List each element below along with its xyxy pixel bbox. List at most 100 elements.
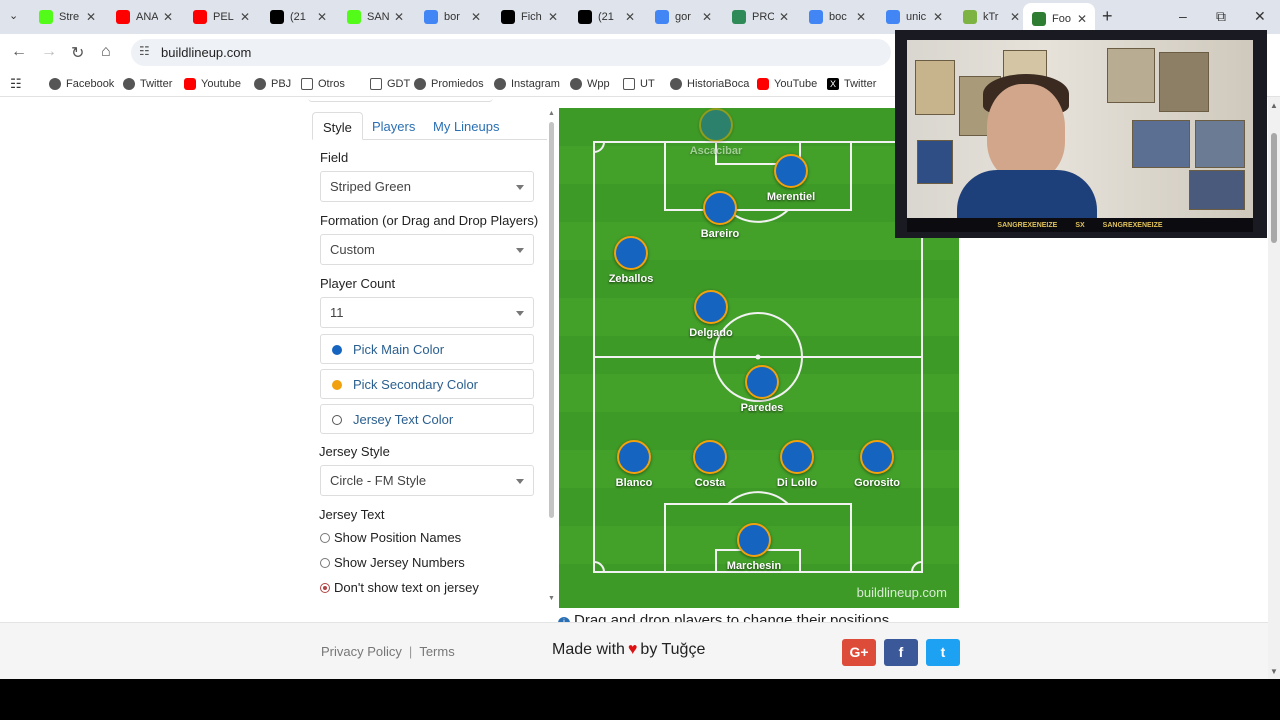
- browser-tab-12[interactable]: unic ✕: [877, 4, 951, 30]
- browser-tab-10[interactable]: PRO ✕: [723, 4, 797, 30]
- home-icon[interactable]: ⌂: [101, 43, 111, 61]
- jersey-circle[interactable]: [614, 236, 648, 270]
- browser-tab-2[interactable]: ANA ✕: [107, 4, 181, 30]
- site-info-icon[interactable]: ☷: [139, 44, 150, 58]
- bookmark-item[interactable]: Youtube: [184, 76, 241, 92]
- sheet-icon: [963, 10, 977, 24]
- close-tab-icon[interactable]: ✕: [779, 10, 789, 24]
- tab-my-lineups[interactable]: My Lineups: [423, 112, 509, 140]
- bookmark-item[interactable]: PBJ: [254, 76, 291, 92]
- restore-icon[interactable]: ⧉: [1216, 8, 1226, 25]
- jersey-circle[interactable]: [693, 440, 727, 474]
- radio-button[interactable]: [320, 532, 330, 543]
- facebook-share-button[interactable]: f: [884, 639, 918, 666]
- pick-secondary-color-label: Pick Secondary Color: [353, 377, 478, 392]
- radio-show-position-names[interactable]: Show Position Names: [320, 530, 461, 545]
- panel-scroll-thumb[interactable]: [549, 122, 554, 518]
- close-tab-icon[interactable]: ✕: [394, 10, 404, 24]
- scroll-up-icon[interactable]: ▲: [548, 110, 555, 117]
- bookmark-item[interactable]: Wpp: [570, 76, 610, 92]
- bookmark-item[interactable]: Otros: [301, 76, 345, 92]
- jersey-circle[interactable]: [703, 191, 737, 225]
- close-tab-icon[interactable]: ✕: [1010, 10, 1020, 24]
- youtube-icon: [193, 10, 207, 24]
- close-tab-icon[interactable]: ✕: [856, 10, 866, 24]
- browser-tab-9[interactable]: gor ✕: [646, 4, 720, 30]
- browser-tab-1[interactable]: Stre ✕: [30, 4, 104, 30]
- google-plus-share-button[interactable]: G+: [842, 639, 876, 666]
- bookmark-item[interactable]: Instagram: [494, 76, 560, 92]
- browser-tab-6[interactable]: bor ✕: [415, 4, 489, 30]
- back-arrow-icon[interactable]: ←: [11, 43, 27, 61]
- scroll-down-icon[interactable]: ▼: [1270, 667, 1278, 676]
- terms-link[interactable]: Terms: [419, 644, 454, 659]
- bookmark-item[interactable]: HistoriaBoca: [670, 76, 749, 92]
- close-tab-icon[interactable]: ✕: [317, 10, 327, 24]
- browser-tab-8[interactable]: (21 ✕: [569, 4, 643, 30]
- jersey-circle[interactable]: [694, 290, 728, 324]
- radio-button-selected[interactable]: [320, 582, 330, 593]
- jersey-style-select[interactable]: Circle - FM Style: [320, 465, 534, 496]
- pick-secondary-color-button[interactable]: Pick Secondary Color: [320, 369, 534, 399]
- browser-tab-4[interactable]: (21 ✕: [261, 4, 335, 30]
- tab-search-chevron-icon[interactable]: ⌄: [9, 9, 18, 22]
- jersey-circle[interactable]: [617, 440, 651, 474]
- scroll-down-icon[interactable]: ▼: [548, 595, 555, 602]
- jersey-text-color-button[interactable]: Jersey Text Color: [320, 404, 534, 434]
- new-tab-button[interactable]: +: [1102, 6, 1113, 27]
- url-field[interactable]: ☷ buildlineup.com: [131, 39, 891, 66]
- browser-tab-5[interactable]: SAN ✕: [338, 4, 412, 30]
- browser-tab-11[interactable]: boc ✕: [800, 4, 874, 30]
- panel-scrollbar[interactable]: ▲ ▼: [547, 108, 557, 605]
- globe-icon: [494, 78, 506, 90]
- bookmark-item[interactable]: GDT: [370, 76, 410, 92]
- jersey-circle[interactable]: [737, 523, 771, 557]
- pick-main-color-button[interactable]: Pick Main Color: [320, 334, 534, 364]
- close-tab-icon[interactable]: ✕: [471, 10, 481, 24]
- bookmark-item[interactable]: Promiedos: [414, 76, 484, 92]
- close-tab-icon[interactable]: ✕: [933, 10, 943, 24]
- browser-tab-13[interactable]: kTr ✕: [954, 4, 1028, 30]
- formation-select[interactable]: Custom: [320, 234, 534, 265]
- browser-tab-3[interactable]: PEL ✕: [184, 4, 258, 30]
- close-tab-icon[interactable]: ✕: [240, 10, 250, 24]
- bookmark-item[interactable]: UT: [623, 76, 655, 92]
- forward-arrow-icon[interactable]: →: [41, 43, 57, 61]
- close-tab-icon[interactable]: ✕: [702, 10, 712, 24]
- screen-bottom-area: [0, 679, 1280, 720]
- tab-style[interactable]: Style: [312, 112, 363, 140]
- close-tab-icon[interactable]: ✕: [86, 10, 96, 24]
- tab-players[interactable]: Players: [362, 112, 425, 140]
- reload-icon[interactable]: ↻: [71, 43, 84, 63]
- jersey-circle[interactable]: [860, 440, 894, 474]
- browser-tab-7[interactable]: Fich ✕: [492, 4, 566, 30]
- page-scrollbar[interactable]: ▲ ▼: [1268, 97, 1280, 679]
- tab-title: Stre: [59, 11, 80, 23]
- radio-no-text[interactable]: Don't show text on jersey: [320, 580, 479, 595]
- jersey-circle[interactable]: [745, 365, 779, 399]
- field-select[interactable]: Striped Green: [320, 171, 534, 202]
- jersey-circle[interactable]: [774, 154, 808, 188]
- close-tab-icon[interactable]: ✕: [625, 10, 635, 24]
- player-count-select[interactable]: 11: [320, 297, 534, 328]
- tab-title: boc: [829, 11, 847, 23]
- bookmark-item[interactable]: X Twitter: [827, 76, 876, 92]
- bookmark-item[interactable]: Facebook: [49, 76, 114, 92]
- close-window-icon[interactable]: ✕: [1254, 8, 1266, 25]
- close-tab-icon[interactable]: ✕: [1077, 12, 1087, 26]
- jersey-circle[interactable]: [699, 108, 733, 142]
- close-tab-icon[interactable]: ✕: [548, 10, 558, 24]
- privacy-policy-link[interactable]: Privacy Policy: [321, 644, 402, 659]
- minimize-icon[interactable]: –: [1179, 8, 1187, 24]
- jersey-circle[interactable]: [780, 440, 814, 474]
- close-tab-icon[interactable]: ✕: [163, 10, 173, 24]
- apps-grid-icon[interactable]: ☷: [10, 76, 22, 92]
- url-text[interactable]: buildlineup.com: [161, 45, 251, 60]
- bookmark-item[interactable]: Twitter: [123, 76, 172, 92]
- page-scroll-thumb[interactable]: [1271, 133, 1277, 243]
- bookmark-item[interactable]: YouTube: [757, 76, 817, 92]
- scroll-up-icon[interactable]: ▲: [1270, 101, 1278, 110]
- twitter-share-button[interactable]: t: [926, 639, 960, 666]
- radio-show-jersey-numbers[interactable]: Show Jersey Numbers: [320, 555, 465, 570]
- radio-button[interactable]: [320, 557, 330, 568]
